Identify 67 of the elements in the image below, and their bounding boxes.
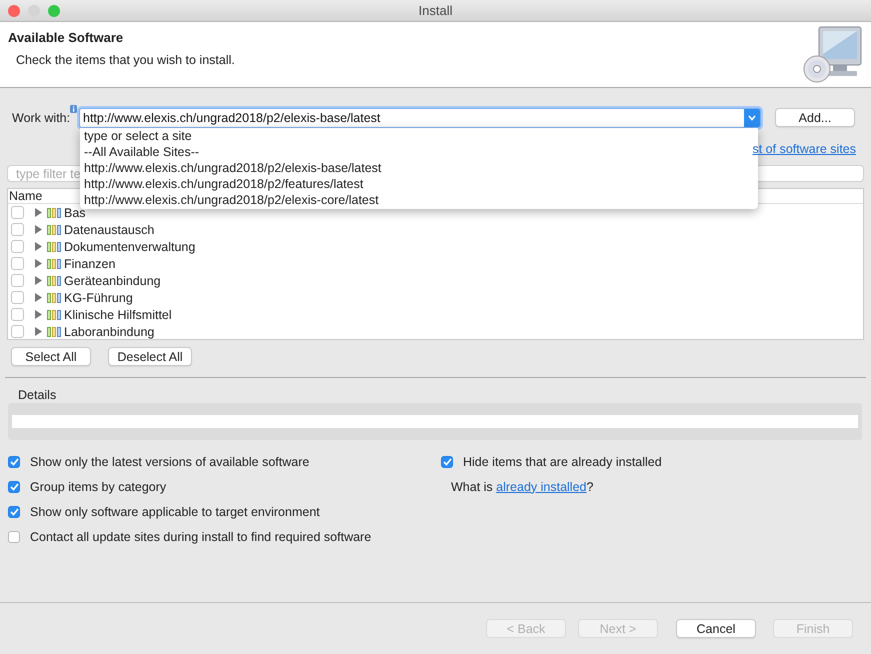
checkbox[interactable]: [8, 456, 20, 468]
dropdown-option[interactable]: type or select a site: [80, 128, 192, 144]
checkbox[interactable]: [11, 291, 24, 304]
expand-arrow-icon[interactable]: [34, 310, 43, 319]
expand-arrow-icon[interactable]: [34, 208, 43, 217]
checkbox[interactable]: [11, 308, 24, 321]
expand-arrow-icon[interactable]: [34, 259, 43, 268]
checkbox[interactable]: [11, 240, 24, 253]
tree-item[interactable]: Dokumentenverwaltung: [64, 240, 196, 254]
chevron-down-icon[interactable]: [748, 114, 756, 120]
tree-item[interactable]: Klinische Hilfsmittel: [64, 308, 172, 322]
field-label: Work with:: [12, 110, 68, 124]
checkbox[interactable]: [441, 456, 453, 468]
select-all-button[interactable]: Select All: [11, 347, 91, 366]
checkbox[interactable]: [8, 530, 20, 542]
dropdown-option[interactable]: http://www.elexis.ch/ungrad2018/p2/elexis-core/latest: [80, 192, 379, 208]
category-icon: [47, 242, 61, 252]
category-icon: [47, 208, 61, 218]
site-url-field[interactable]: http://www.elexis.ch/ungrad2018/p2/elexis-base/latest: [80, 110, 744, 124]
checkbox[interactable]: [11, 325, 24, 338]
checkbox-label: Show only the latest versions of available software: [30, 454, 310, 468]
checkbox-label: Show only software applicable to target environment: [30, 504, 320, 518]
tree-item[interactable]: Bas: [64, 206, 86, 220]
category-icon: [47, 258, 61, 268]
deselect-all-button[interactable]: Deselect All: [108, 347, 192, 366]
expand-arrow-icon[interactable]: [34, 276, 43, 285]
site-combo-box[interactable]: http://www.elexis.ch/ungrad2018/p2/elexis-base/latest: [79, 108, 761, 128]
window-title: Install: [418, 3, 452, 18]
checkbox[interactable]: [11, 223, 24, 236]
section-label: Details: [18, 388, 56, 402]
dropdown-option[interactable]: http://www.elexis.ch/ungrad2018/p2/elexis-base/latest: [80, 160, 382, 176]
tree-item[interactable]: Datenaustausch: [64, 222, 154, 236]
info-icon: [70, 105, 77, 113]
checkbox[interactable]: [11, 257, 24, 270]
expand-arrow-icon[interactable]: [34, 327, 43, 336]
category-icon: [47, 326, 61, 336]
tree-item[interactable]: Finanzen: [64, 256, 116, 270]
software-sites-link[interactable]: st of software sites: [752, 142, 856, 158]
add-button[interactable]: Add...: [775, 108, 855, 127]
dropdown-option[interactable]: http://www.elexis.ch/ungrad2018/p2/features/latest: [80, 176, 364, 192]
expand-arrow-icon[interactable]: [34, 242, 43, 251]
expand-arrow-icon[interactable]: [34, 293, 43, 302]
tree-item[interactable]: KG-Führung: [64, 290, 133, 304]
monitor-disc-icon: [803, 26, 863, 84]
checkbox[interactable]: [8, 480, 20, 492]
checkbox-label: Group items by category: [30, 480, 166, 494]
category-icon: [47, 224, 61, 234]
checkbox-label: Hide items that are already installed: [463, 454, 662, 468]
category-icon: [47, 276, 61, 286]
checkbox[interactable]: [11, 206, 24, 219]
tree-item[interactable]: Laboranbindung: [64, 324, 154, 338]
dropdown-option[interactable]: --All Available Sites--: [80, 144, 200, 160]
category-icon: [47, 292, 61, 302]
zoom-button[interactable]: [48, 5, 60, 17]
checkbox[interactable]: [11, 274, 24, 287]
close-button[interactable]: [8, 5, 20, 17]
category-icon: [47, 310, 61, 320]
page-subtitle: Check the items that you wish to install.: [16, 53, 235, 67]
expand-arrow-icon[interactable]: [34, 225, 43, 234]
installed-note: What is already installed?: [451, 480, 594, 494]
cancel-button[interactable]: Cancel: [676, 619, 756, 638]
column-header[interactable]: Name: [9, 189, 42, 203]
already-installed-link[interactable]: already installed: [496, 480, 586, 494]
checkbox[interactable]: [8, 506, 20, 518]
tree-item[interactable]: Geräteanbindung: [64, 274, 161, 288]
page-title: Available Software: [8, 30, 124, 45]
checkbox-label: Contact all update sites during install to find required software: [30, 530, 372, 544]
